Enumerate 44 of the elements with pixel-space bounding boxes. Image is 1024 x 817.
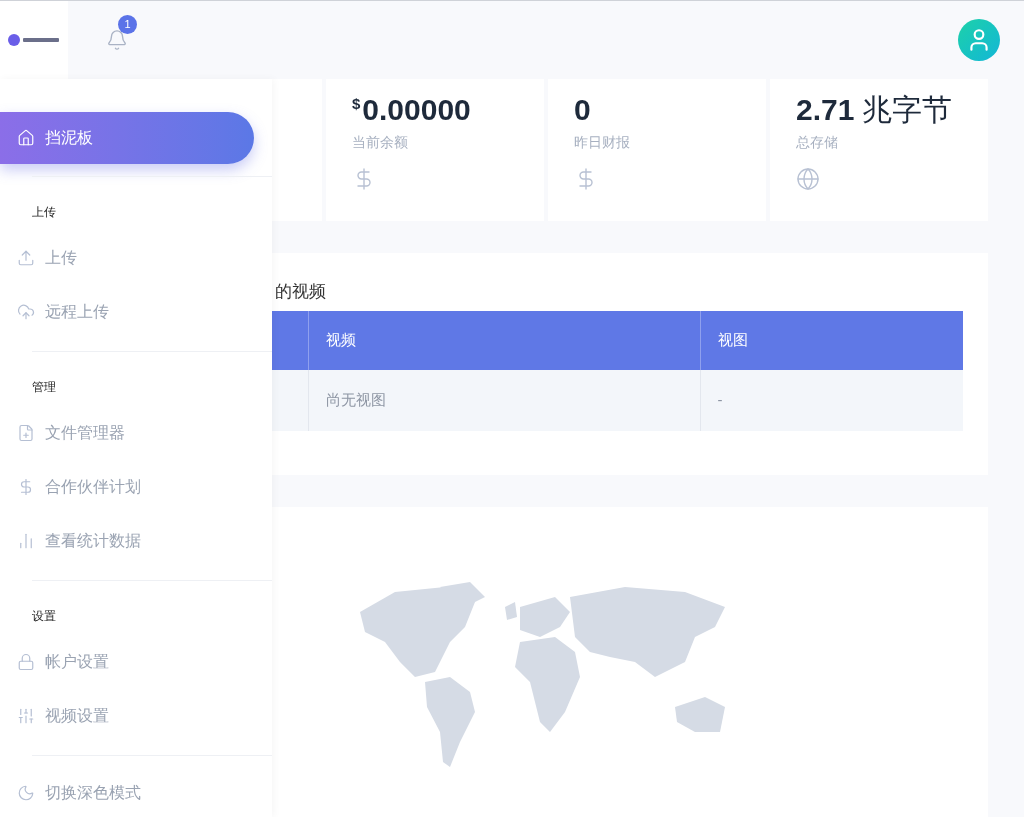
cloud-upload-icon [17,303,35,321]
sidebar-item-label: 远程上传 [45,302,109,322]
sidebar-item-label: 切换深色模式 [45,783,141,803]
lock-icon [17,653,35,671]
table-header: 视图 [700,311,963,370]
sidebar-item[interactable]: 切换深色模式 [0,766,254,817]
stat-value: 2.71 兆字节 [796,92,953,128]
file-plus-icon [17,424,35,442]
card-title: 的视频 [275,282,326,301]
stat-label: 昨日财报 [574,133,630,152]
section-heading: 上传 [31,204,57,221]
sidebar-item-label: 文件管理器 [45,423,125,443]
notification-badge: 1 [118,15,137,34]
sidebar-item[interactable]: 查看统计数据 [0,514,254,568]
sidebar-item-label: 挡泥板 [45,128,93,148]
sidebar-item[interactable]: 挡泥板 [0,112,254,164]
bar-chart-icon [17,532,35,550]
stat-value: $0.00000 [352,92,471,128]
sidebar-item[interactable]: 合作伙伴计划 [0,460,254,514]
upload-icon [17,249,35,267]
sidebar-item[interactable]: 视频设置 [0,689,254,743]
table-cell: - [700,370,963,431]
stat-value: 0 [574,92,591,128]
sidebar-item-label: 上传 [45,248,77,268]
globe-icon [796,167,820,191]
notification-bell-icon[interactable] [106,29,128,51]
logo-icon [7,33,61,47]
section-heading: 管理 [31,379,57,396]
stat-label: 总存储 [796,133,838,152]
home-icon [17,129,35,147]
user-avatar[interactable] [958,19,1000,61]
sidebar-item[interactable]: 上传 [0,231,254,285]
table-cell: 尚无视图 [308,370,700,431]
sidebar-item-label: 视频设置 [45,706,109,726]
moon-icon [17,784,35,802]
sidebar-item[interactable]: 帐户设置 [0,635,254,689]
sidebar-item[interactable]: 远程上传 [0,285,254,339]
sidebar-item-label: 合作伙伴计划 [45,477,141,497]
stat-label: 当前余额 [352,133,408,152]
sliders-icon [17,707,35,725]
sidebar-item[interactable]: 文件管理器 [0,406,254,460]
sidebar-item-label: 帐户设置 [45,652,109,672]
sidebar-item-label: 查看统计数据 [45,531,141,551]
section-heading: 设置 [31,608,57,625]
